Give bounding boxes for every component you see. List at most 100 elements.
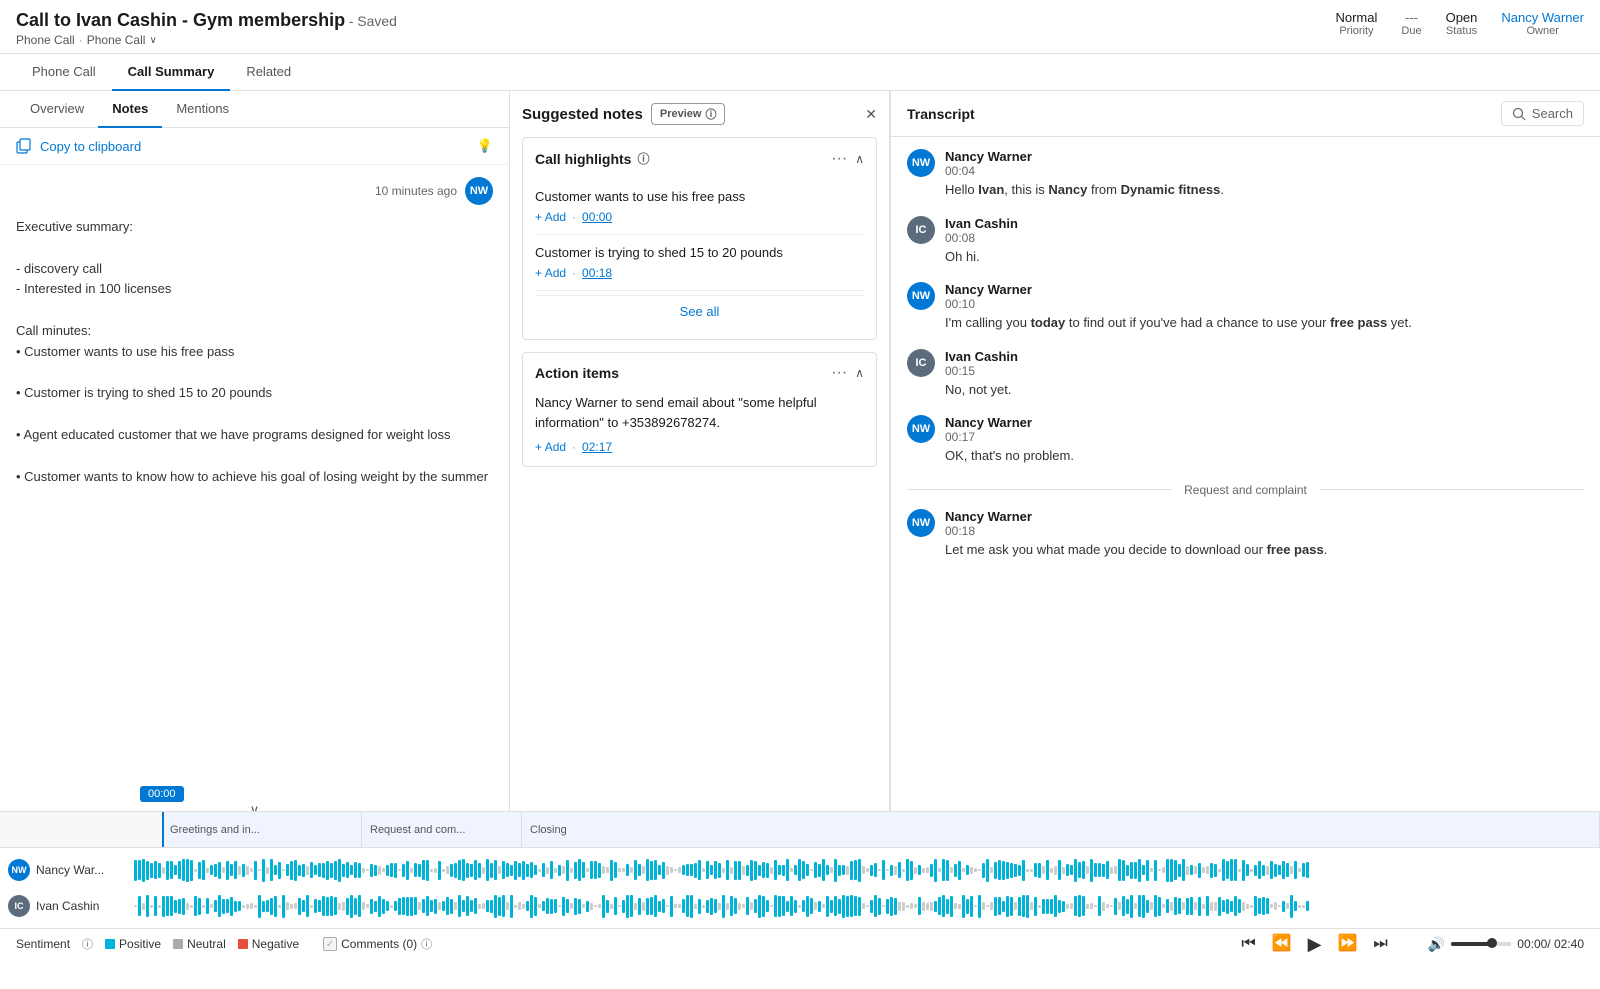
comments-area[interactable]: ✓ Comments (0) ⓘ [323,936,432,952]
tab-related[interactable]: Related [230,54,307,91]
tab-call-summary[interactable]: Call Summary [112,54,231,91]
comments-checkbox[interactable]: ✓ [323,937,337,951]
transcript-header: Transcript Search [891,91,1600,137]
info-icon-sentiment: ⓘ [82,936,93,952]
chevron-down-icon: ∨ [250,802,260,811]
neutral-dot [173,939,183,949]
sentiment-positive: Positive [105,937,161,951]
transcript-msg-3: NW Nancy Warner 00:10 I'm calling you to… [907,282,1584,333]
copy-bar: Copy to clipboard 💡 [0,128,509,165]
preview-badge[interactable]: Preview ⓘ [651,103,726,125]
waveform-ic [130,894,1600,918]
msg-text-2: Oh hi. [945,247,1018,267]
play-button[interactable]: ▶ [1304,933,1326,955]
avatar-nw: NW [465,177,493,205]
msg-text-6: Let me ask you what made you decide to d… [945,540,1327,560]
notes-area: 10 minutes ago NW Executive summary: - d… [0,165,509,798]
transcript-msg-5: NW Nancy Warner 00:17 OK, that's no prob… [907,415,1584,466]
info-icon-comments: ⓘ [421,936,432,952]
track-label-ivan: IC Ivan Cashin [0,895,130,917]
collapse-icon[interactable]: ∧ [855,152,864,166]
info-icon: ⓘ [637,150,649,167]
priority-meta: Normal Priority [1335,10,1377,37]
add-action-1-button[interactable]: + Add [535,440,566,454]
call-highlights-title: Call highlights ⓘ [535,150,649,167]
speaker-track-label-nw: Nancy War... [36,863,104,877]
waveform-section: NW Nancy War... IC Ivan Cashin [0,848,1600,928]
bottom-section: Greetings and in... Request and com... C… [0,811,1600,966]
timeline-segments: Greetings and in... Request and com... C… [0,812,1600,848]
track-label-nancy: NW Nancy War... [0,859,130,881]
transcript-msg-4: IC Ivan Cashin 00:15 No, not yet. [907,349,1584,400]
more-options-button[interactable]: ··· [831,151,847,167]
speaker-name-2: Ivan Cashin [945,216,1018,231]
action-1-time-link[interactable]: 02:17 [582,440,612,454]
action-items-card: Action items ··· ∧ Nancy Warner to send … [522,352,877,467]
tab-notes[interactable]: Notes [98,91,162,128]
speaker-name-6: Nancy Warner [945,509,1327,524]
skip-back-button[interactable]: ⏮ [1237,934,1259,954]
left-panel: Overview Notes Mentions Copy to clipboar… [0,91,510,811]
fast-forward-button[interactable]: ⏩ [1334,934,1362,954]
sentiment-label: Sentiment [16,937,70,951]
status-meta: Open Status [1446,10,1478,37]
speaker-name-4: Ivan Cashin [945,349,1018,364]
positive-dot [105,939,115,949]
phone-call-dropdown[interactable]: Phone Call ∨ [87,33,157,47]
transcript-body: NW Nancy Warner 00:04 Hello Ivan, this i… [891,137,1600,811]
speaker-time-6: 00:18 [945,524,1327,538]
action-items-actions: ··· ∧ [831,365,864,381]
avatar-nw-4: NW [907,509,935,537]
action-items-header: Action items ··· ∧ [535,365,864,381]
speaker-name-5: Nancy Warner [945,415,1074,430]
highlight-2-time-link[interactable]: 00:18 [582,266,612,280]
avatar-ic-2: IC [907,349,935,377]
timestamp: 10 minutes ago [375,184,457,198]
action-item-1-actions: + Add · 02:17 [535,440,864,454]
speaker-name-1: Nancy Warner [945,149,1032,164]
transcript-search[interactable]: Search [1501,101,1584,126]
msg-text-5: OK, that's no problem. [945,446,1074,466]
segment-closing: Closing [522,812,1600,847]
copy-icon [16,138,32,154]
tab-phone-call[interactable]: Phone Call [16,54,112,91]
owner-meta[interactable]: Nancy Warner Owner [1501,10,1584,37]
due-meta: --- Due [1401,10,1421,37]
main-content: Overview Notes Mentions Copy to clipboar… [0,91,1600,811]
msg-text-1: Hello Ivan, this is Nancy from Dynamic f… [945,180,1224,200]
transcript-msg-6: NW Nancy Warner 00:18 Let me ask you wha… [907,509,1584,560]
speaker-time-4: 00:15 [945,364,1018,378]
highlight-2-actions: + Add · 00:18 [535,266,864,280]
close-button[interactable]: ✕ [865,106,877,123]
action-collapse-icon[interactable]: ∧ [855,366,864,380]
skip-end-button[interactable]: ⏭ [1369,934,1391,954]
collapse-button[interactable]: ∨ [0,798,509,811]
segment-greetings: Greetings and in... [162,812,362,847]
volume-slider[interactable] [1451,942,1511,946]
lightbulb-icon[interactable]: 💡 [477,138,493,154]
track-nancy: NW Nancy War... [0,852,1600,888]
speaker-track-label-ic: Ivan Cashin [36,899,99,913]
action-more-options-button[interactable]: ··· [831,365,847,381]
header: Call to Ivan Cashin - Gym membership - S… [0,0,1600,54]
avatar-ic-1: IC [907,216,935,244]
add-highlight-2-button[interactable]: + Add [535,266,566,280]
left-content: Copy to clipboard 💡 10 minutes ago NW Ex… [0,128,509,811]
highlight-item-2: Customer is trying to shed 15 to 20 poun… [535,235,864,291]
see-all-button[interactable]: See all [535,295,864,327]
timeline-cursor[interactable]: 00:00 [162,812,164,847]
header-right: Normal Priority --- Due Open Status Nanc… [1335,10,1584,37]
volume-thumb[interactable] [1487,938,1497,948]
transcript-title: Transcript [907,106,975,122]
copy-to-clipboard-button[interactable]: Copy to clipboard [16,138,141,154]
suggested-notes-header: Suggested notes Preview ⓘ ✕ [522,103,877,125]
comments-label: Comments (0) [341,937,417,951]
action-items-title: Action items [535,365,619,381]
add-highlight-1-button[interactable]: + Add [535,210,566,224]
left-tabs: Overview Notes Mentions [0,91,509,128]
tab-overview[interactable]: Overview [16,91,98,128]
tab-mentions[interactable]: Mentions [162,91,243,128]
highlight-1-time-link[interactable]: 00:00 [582,210,612,224]
avatar-ic-track: IC [8,895,30,917]
rewind-button[interactable]: ⏪ [1268,934,1296,954]
